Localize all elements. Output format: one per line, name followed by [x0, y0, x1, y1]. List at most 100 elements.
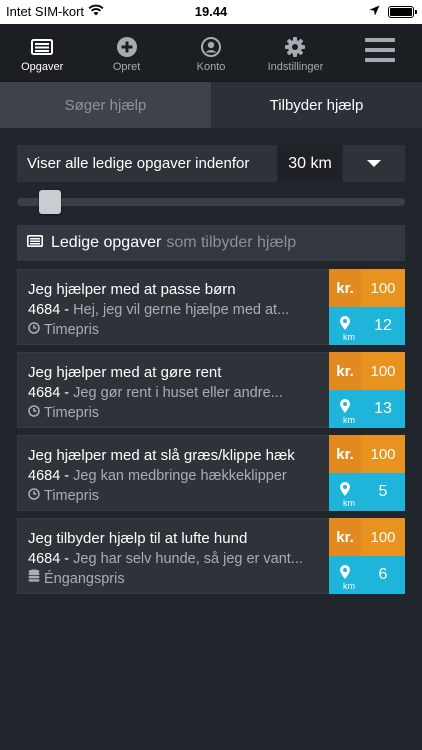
currency-label: kr. [336, 362, 354, 380]
radius-filter-label: Viser alle ledige opgaver indenfor [17, 145, 277, 182]
task-code: 4684 [28, 468, 61, 484]
distance-badge: km 13 [329, 390, 405, 428]
task-separator: - [64, 385, 70, 401]
battery-icon [388, 5, 417, 18]
task-pricing: Timepris [28, 320, 329, 340]
location-arrow-icon [369, 4, 380, 19]
task-card-body: Jeg hjælper med at passe børn 4684 - Hej… [17, 269, 329, 345]
task-title: Jeg tilbyder hjælp til at lufte hund [28, 530, 248, 547]
task-pricing: Éngangspris [28, 569, 329, 589]
nav-label: Opgaver [21, 61, 64, 73]
task-desc-text: Jeg gør rent i huset eller andre... [73, 385, 283, 401]
pricing-type: Timepris [44, 322, 100, 338]
radius-slider-thumb[interactable] [39, 190, 61, 214]
distance-value: 5 [378, 483, 388, 500]
price-value: 100 [361, 352, 405, 390]
tab-seeking-help[interactable]: Søger hjælp [0, 82, 211, 128]
radius-value[interactable]: 30 km [278, 145, 342, 182]
price-value: 100 [361, 269, 405, 307]
task-desc-text: Jeg kan medbringe hækkeklipper [73, 468, 287, 484]
radius-dropdown-button[interactable] [343, 145, 405, 182]
task-title: Jeg hjælper med at passe børn [28, 281, 236, 298]
price-badge: kr. 100 [329, 269, 405, 307]
nav-item-indstillinger[interactable]: Indstillinger [253, 24, 337, 81]
distance-badge: km 12 [329, 307, 405, 345]
clock-icon [28, 486, 40, 506]
pricing-type: Timepris [44, 405, 100, 421]
task-separator: - [64, 302, 70, 318]
task-card[interactable]: Jeg tilbyder hjælp til at lufte hund 468… [17, 518, 405, 594]
currency-label: kr. [336, 445, 354, 463]
task-title: Jeg hjælper med at slå græs/klippe hæk [28, 447, 295, 464]
task-card[interactable]: Jeg hjælper med at slå græs/klippe hæk 4… [17, 435, 405, 511]
nav-label: Opret [112, 61, 141, 73]
section-title: Ledige opgaver [51, 234, 162, 251]
status-bar: Intet SIM-kort 19.44 [0, 0, 422, 24]
top-nav: Opgaver Opret Konto Indstillinger [0, 24, 422, 82]
pricing-type: Éngangspris [44, 571, 125, 587]
distance-badge: km 5 [329, 473, 405, 511]
task-desc-text: Jeg har selv hunde, så jeg er vant... [73, 551, 303, 567]
distance-unit: km [343, 332, 355, 342]
task-code: 4684 [28, 551, 61, 567]
clock-icon [28, 320, 40, 340]
task-card[interactable]: Jeg hjælper med at passe børn 4684 - Hej… [17, 269, 405, 345]
segment-tabs: Søger hjælp Tilbyder hjælp [0, 82, 422, 128]
price-badge: kr. 100 [329, 518, 405, 556]
user-icon [201, 37, 222, 57]
clock-icon [28, 403, 40, 423]
gear-icon [285, 37, 306, 57]
nav-item-opret[interactable]: Opret [84, 24, 168, 81]
list-icon [31, 37, 54, 57]
clock: 19.44 [194, 4, 228, 19]
currency-label: kr. [336, 279, 354, 297]
tab-offering-help[interactable]: Tilbyder hjælp [211, 82, 422, 128]
task-description: 4684 - Jeg kan medbringe hækkeklipper [28, 466, 329, 486]
task-description: 4684 - Hej, jeg vil gerne hjælpe med at.… [28, 300, 329, 320]
pricing-type: Timepris [44, 488, 100, 504]
coins-icon [28, 569, 40, 589]
distance-value: 6 [378, 566, 388, 583]
task-badges: kr. 100 km 6 [329, 518, 405, 594]
radius-filter: Viser alle ledige opgaver indenfor 30 km [17, 145, 405, 182]
task-description: 4684 - Jeg gør rent i huset eller andre.… [28, 383, 329, 403]
task-desc-text: Hej, jeg vil gerne hjælpe med at... [73, 302, 290, 318]
price-value: 100 [361, 435, 405, 473]
section-subtitle: som tilbyder hjælp [166, 234, 297, 251]
distance-value: 12 [374, 317, 392, 334]
task-badges: kr. 100 km 5 [329, 435, 405, 511]
distance-unit: km [343, 581, 355, 591]
task-badges: kr. 100 km 13 [329, 352, 405, 428]
list-icon [27, 234, 43, 252]
task-badges: kr. 100 km 12 [329, 269, 405, 345]
currency-label: kr. [336, 528, 354, 546]
task-description: 4684 - Jeg har selv hunde, så jeg er van… [28, 549, 329, 569]
price-value: 100 [361, 518, 405, 556]
nav-label: Konto [196, 61, 226, 73]
plus-circle-icon [116, 37, 137, 57]
nav-label: Indstillinger [267, 61, 324, 73]
task-pricing: Timepris [28, 486, 329, 506]
distance-unit: km [343, 498, 355, 508]
price-badge: kr. 100 [329, 352, 405, 390]
nav-item-opgaver[interactable]: Opgaver [0, 24, 84, 81]
section-header: Ledige opgaver som tilbyder hjælp [17, 225, 405, 261]
task-code: 4684 [28, 302, 61, 318]
distance-badge: km 6 [329, 556, 405, 594]
task-pricing: Timepris [28, 403, 329, 423]
task-card[interactable]: Jeg hjælper med at gøre rent 4684 - Jeg … [17, 352, 405, 428]
radius-slider-track[interactable] [17, 198, 405, 206]
chevron-down-icon [367, 160, 381, 167]
price-badge: kr. 100 [329, 435, 405, 473]
task-code: 4684 [28, 385, 61, 401]
task-separator: - [64, 551, 70, 567]
task-title: Jeg hjælper med at gøre rent [28, 364, 222, 381]
distance-unit: km [343, 415, 355, 425]
task-card-body: Jeg tilbyder hjælp til at lufte hund 468… [17, 518, 329, 594]
task-card-body: Jeg hjælper med at slå græs/klippe hæk 4… [17, 435, 329, 511]
task-separator: - [64, 468, 70, 484]
menu-button[interactable] [338, 24, 422, 81]
task-card-body: Jeg hjælper med at gøre rent 4684 - Jeg … [17, 352, 329, 428]
nav-item-konto[interactable]: Konto [169, 24, 253, 81]
hamburger-icon [364, 38, 395, 67]
